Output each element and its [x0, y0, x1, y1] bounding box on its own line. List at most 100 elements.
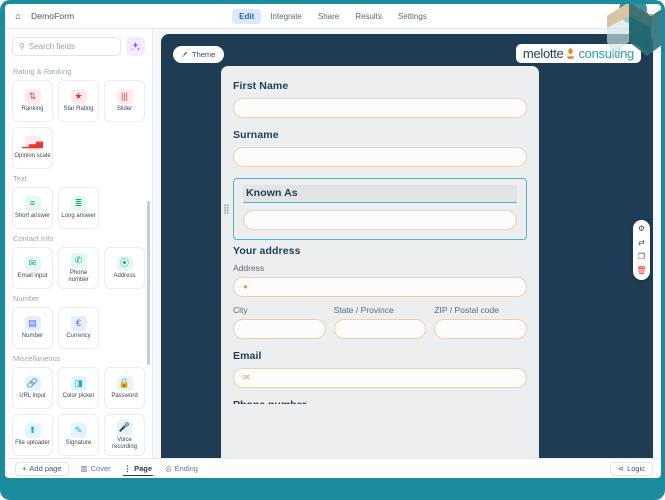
field-tile-short-answer[interactable]: ≡Short answer	[12, 187, 53, 229]
move-arrows-icon[interactable]: ⇄	[638, 239, 645, 247]
field-tile-row: ▤Number€Currency	[12, 307, 145, 349]
field-tile-row: 🔗URL input ◨ Color picker 🔒Password	[12, 367, 145, 409]
tab-edit[interactable]: Edit	[232, 9, 261, 24]
ending-icon: ◎	[165, 464, 172, 473]
first-name-input[interactable]	[233, 98, 527, 118]
field-tile-label: Address	[113, 273, 135, 280]
zip-label: ZIP / Postal code	[434, 305, 527, 315]
help-label[interactable]: He	[643, 12, 653, 21]
search-input[interactable]: ⚲ Search fields	[12, 37, 121, 56]
field-tile-address[interactable]: ⦿ Address	[104, 247, 145, 289]
star-icon: ★	[71, 89, 87, 104]
city-field: City	[233, 305, 326, 339]
theme-button-label: Theme	[192, 50, 215, 59]
field-tile-label: Password	[111, 393, 137, 400]
field-tile-file-uploader[interactable]: ⬆ File uploader	[12, 414, 53, 456]
field-tile-label: Opinion scale	[14, 153, 50, 160]
field-tile-label: Star Rating	[63, 106, 93, 113]
field-group-title: Contact Info	[13, 234, 145, 243]
slider-icon: |||	[117, 89, 133, 104]
color-palette-icon: ◨	[71, 376, 87, 391]
field-tile-ranking[interactable]: ⇅ Ranking	[12, 80, 53, 122]
field-tile-label: Color picker	[62, 393, 94, 400]
field-tile-password[interactable]: 🔒Password	[104, 367, 145, 409]
field-surname[interactable]: Surname	[233, 129, 527, 167]
field-library-sidebar: ⚲ Search fields Rating & Ranking⇅Ranking…	[5, 29, 153, 458]
field-known-as-selected[interactable]: ⣿ Known As	[233, 178, 527, 240]
envelope-icon: ✉	[25, 256, 41, 271]
city-label: City	[233, 305, 326, 315]
field-tile-star-rating[interactable]: ★ Star Rating	[58, 80, 99, 122]
address-section: Your address Address ● City State / Prov…	[233, 245, 527, 339]
tab-ending[interactable]: ◎ Ending	[164, 462, 199, 475]
tab-results[interactable]: Results	[348, 9, 389, 24]
field-tile-label: Ranking	[21, 106, 43, 113]
field-tile-long-answer[interactable]: ≣Long answer	[58, 187, 99, 229]
field-tile-label: Slider	[117, 106, 132, 113]
tab-cover[interactable]: ▥ Cover	[80, 462, 112, 475]
field-email[interactable]: Email ✉	[233, 350, 527, 388]
tab-share[interactable]: Share	[311, 9, 346, 24]
surname-input[interactable]	[233, 147, 527, 167]
city-input[interactable]	[233, 319, 326, 339]
state-input[interactable]	[334, 319, 427, 339]
add-page-button[interactable]: + Add page	[15, 462, 69, 476]
logo-text-melotte: melotte	[523, 46, 564, 61]
page-icon: ⋮	[124, 464, 132, 473]
zip-input[interactable]	[434, 319, 527, 339]
app-title: DemoForm	[31, 11, 74, 21]
field-tile-phone-number[interactable]: ✆Phone number	[58, 247, 99, 289]
field-tile-label: Email input	[18, 273, 48, 280]
phone-icon: ✆	[71, 253, 87, 268]
tab-page[interactable]: ⋮ Page	[123, 462, 153, 476]
tab-settings[interactable]: Settings	[391, 9, 434, 24]
page-label: Page	[134, 464, 152, 473]
clipped-next-field-label: Phone number	[233, 399, 527, 404]
ai-sparkle-button[interactable]	[126, 37, 145, 56]
address-input[interactable]: ●	[233, 277, 527, 297]
theme-button[interactable]: Theme	[173, 46, 224, 63]
field-tile-slider[interactable]: ||| Slider	[104, 80, 145, 122]
tab-integrate[interactable]: Integrate	[263, 9, 309, 24]
address-heading: Your address	[233, 245, 527, 257]
home-icon[interactable]: ⌂	[5, 12, 31, 21]
add-page-label: Add page	[29, 464, 61, 473]
drag-handle-icon[interactable]: ⣿	[223, 205, 229, 214]
brush-icon	[180, 51, 188, 59]
logic-button[interactable]: ⋖ Logic	[610, 462, 653, 476]
page-controls: + Add page ▥ Cover ⋮ Page ◎ Ending	[15, 462, 199, 476]
field-tile-color-picker[interactable]: ◨ Color picker	[58, 367, 99, 409]
field-tile-number[interactable]: ▤Number	[12, 307, 53, 349]
email-input[interactable]: ✉	[233, 368, 527, 388]
search-icon: ⚲	[19, 42, 25, 51]
field-tile-email-input[interactable]: ✉ Email input	[12, 247, 53, 289]
form-card: First Name Surname ⣿ Known As Your addre…	[221, 66, 539, 458]
upload-icon: ⬆	[25, 423, 41, 438]
map-pin-icon: ⦿	[117, 256, 133, 271]
address-subfields-row: City State / Province ZIP / Postal code	[233, 305, 527, 339]
flame-icon	[565, 47, 576, 60]
cover-icon: ▥	[81, 464, 88, 473]
field-tile-label: File uploader	[15, 440, 50, 447]
field-tile-voice-recording[interactable]: 🎤Voice recording	[104, 414, 145, 456]
field-first-name[interactable]: First Name	[233, 80, 527, 118]
field-known-as-wrapper: ⣿ Known As	[233, 178, 527, 234]
field-tile-opinion-scale[interactable]: ▁▃▅ Opinion scale	[12, 127, 53, 169]
sidebar-search-row: ⚲ Search fields	[5, 29, 152, 62]
field-tile-label: Signature	[66, 440, 92, 447]
copy-icon[interactable]: ❐	[638, 253, 645, 261]
known-as-input[interactable]	[243, 210, 517, 230]
arrows-up-down-icon: ⇅	[25, 89, 41, 104]
field-tile-signature[interactable]: ✎Signature	[58, 414, 99, 456]
trash-icon[interactable]: 🗑	[636, 267, 646, 275]
field-tile-url-input[interactable]: 🔗URL input	[12, 367, 53, 409]
ending-label: Ending	[175, 464, 198, 473]
sidebar-scrollbar[interactable]	[147, 201, 150, 365]
gear-icon[interactable]: ⚙	[638, 225, 645, 233]
calculator-icon: ▤	[25, 316, 41, 331]
bar-chart-icon: ▁▃▅	[25, 136, 41, 151]
field-tile-row: ▁▃▅ Opinion scale	[12, 127, 145, 169]
field-label: Surname	[233, 129, 527, 141]
field-library-scroll[interactable]: Rating & Ranking⇅Ranking★Star Rating|||S…	[5, 62, 152, 458]
field-tile-currency[interactable]: €Currency	[58, 307, 99, 349]
